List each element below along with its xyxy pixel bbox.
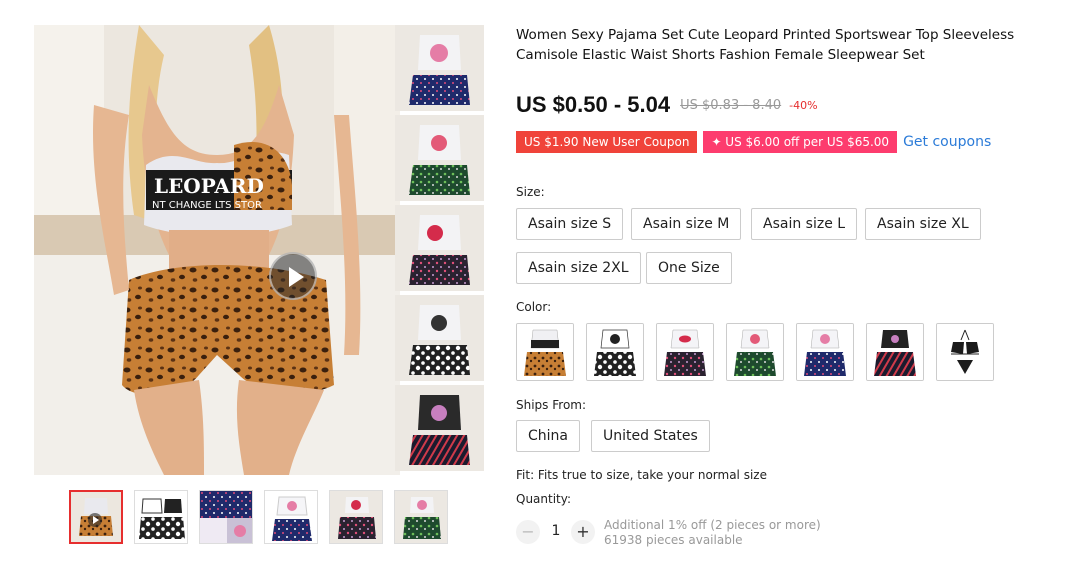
size-option-l[interactable]: Asain size L [751, 208, 858, 240]
size-option-2xl[interactable]: Asain size 2XL [516, 252, 641, 284]
size-label: Size: [516, 185, 545, 199]
size-option-xl[interactable]: Asain size XL [865, 208, 981, 240]
side-preview-5 [395, 385, 484, 471]
side-preview-2 [395, 115, 484, 201]
size-option-one-size[interactable]: One Size [646, 252, 732, 284]
product-title: Women Sexy Pajama Set Cute Leopard Print… [516, 27, 1015, 63]
quantity-increase-button[interactable]: + [571, 520, 595, 544]
thumbnail-3[interactable] [199, 490, 253, 544]
discount-badge: -40% [789, 98, 818, 112]
color-swatch-navy[interactable] [796, 323, 854, 381]
thumbnail-1[interactable] [69, 490, 123, 544]
thumbnail-6[interactable] [394, 490, 448, 544]
shirt-print-text: LEOPARD [154, 174, 264, 198]
quantity-value[interactable]: 1 [544, 523, 568, 539]
side-preview-1 [395, 25, 484, 111]
color-swatch-panda[interactable] [586, 323, 644, 381]
get-coupons-link[interactable]: Get coupons [903, 134, 991, 150]
color-swatch-black-stripe[interactable] [866, 323, 924, 381]
coupon-row: US $1.90 New User Coupon ✦ US $6.00 off … [516, 131, 991, 153]
current-price: US $0.50 - 5.04 [516, 92, 671, 117]
thumbnail-5[interactable] [329, 490, 383, 544]
color-swatch-green[interactable] [726, 323, 784, 381]
ships-from-united-states[interactable]: United States [591, 420, 710, 452]
model-photo: LEOPARD NT CHANGE LTS STOR [34, 25, 400, 475]
shirt-print-subtext: NT CHANGE LTS STOR [152, 200, 262, 211]
size-option-s[interactable]: Asain size S [516, 208, 624, 240]
color-swatch-black-lingerie[interactable] [936, 323, 994, 381]
ships-from-china[interactable]: China [516, 420, 580, 452]
quantity-decrease-button[interactable]: − [516, 520, 540, 544]
side-preview-4 [395, 295, 484, 381]
color-label: Color: [516, 300, 552, 314]
thumbnail-4[interactable] [264, 490, 318, 544]
size-option-m[interactable]: Asain size M [631, 208, 742, 240]
bulk-discount-note: Additional 1% off (2 pieces or more) [604, 518, 821, 532]
ships-from-label: Ships From: [516, 398, 587, 412]
fit-note: Fit: Fits true to size, take your normal… [516, 468, 767, 482]
new-user-coupon[interactable]: US $1.90 New User Coupon [516, 131, 698, 153]
main-product-image[interactable]: LEOPARD NT CHANGE LTS STOR [34, 25, 400, 475]
quantity-label: Quantity: [516, 492, 572, 506]
stock-available: 61938 pieces available [604, 533, 743, 547]
price-row: US $0.50 - 5.04 US $0.83 - 8.40 -40% [516, 92, 818, 118]
side-preview-strip [395, 25, 484, 475]
store-coupon[interactable]: ✦ US $6.00 off per US $65.00 [703, 131, 898, 153]
color-swatch-leopard[interactable] [516, 323, 574, 381]
play-video-button[interactable] [269, 252, 317, 300]
original-price: US $0.83 - 8.40 [680, 97, 782, 113]
side-preview-3 [395, 205, 484, 291]
thumbnail-2[interactable] [134, 490, 188, 544]
color-swatch-lips[interactable] [656, 323, 714, 381]
